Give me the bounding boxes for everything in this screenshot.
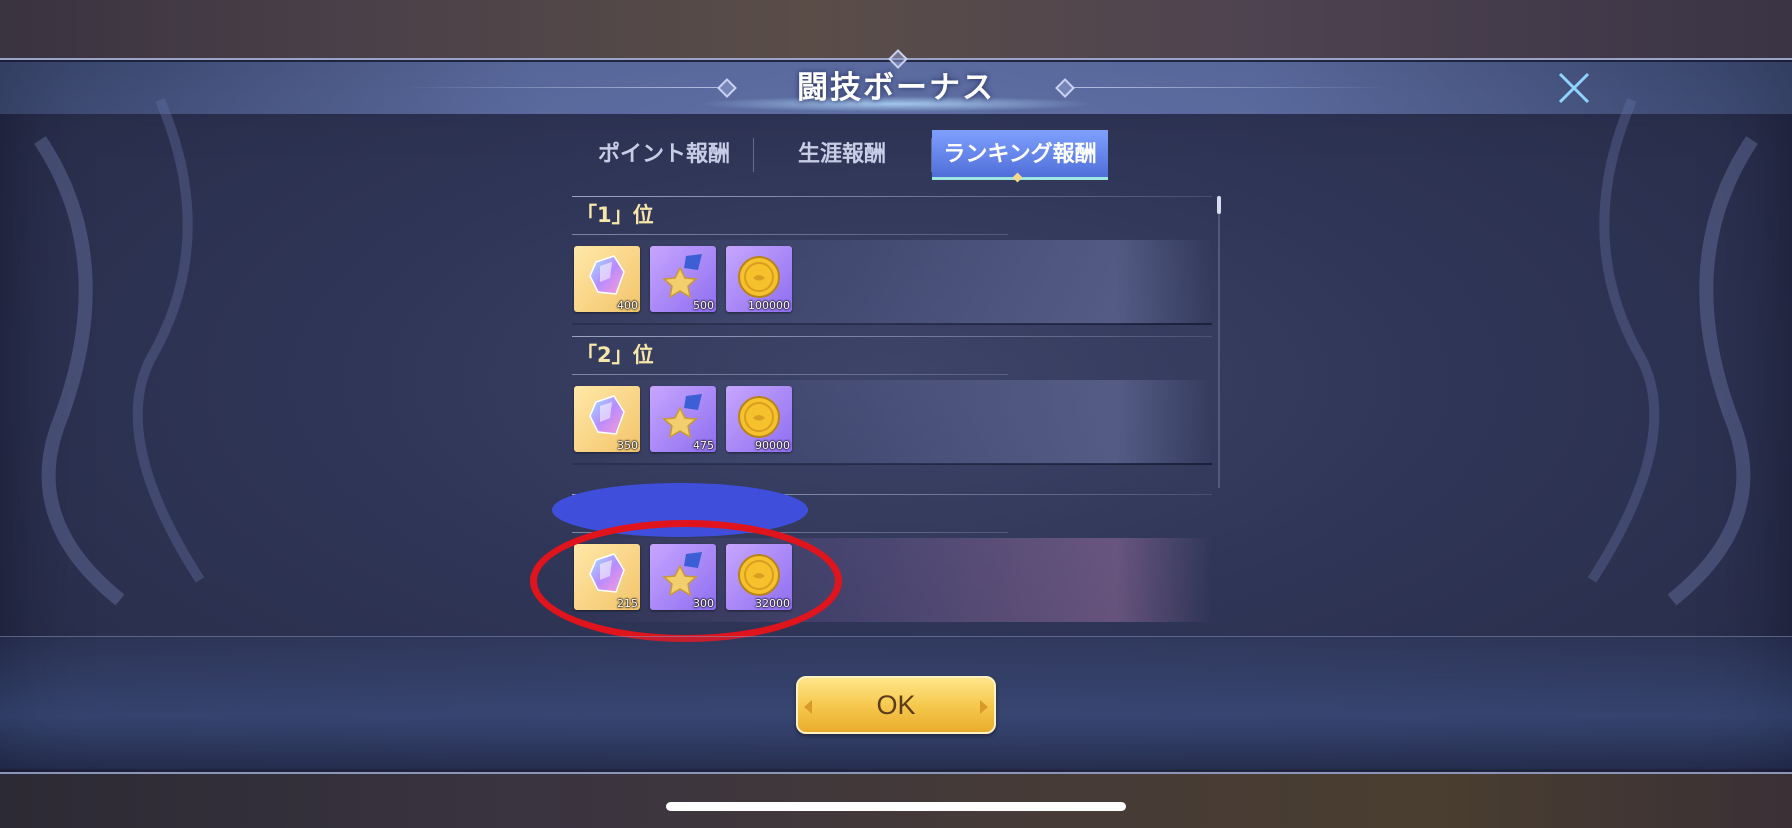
title-line-right xyxy=(1072,87,1392,88)
reward-item[interactable]: 475 xyxy=(650,386,716,452)
gold-coin-icon xyxy=(738,396,780,438)
reward-item[interactable]: 400 xyxy=(574,246,640,312)
tab-ranking-reward[interactable]: ランキング報酬 xyxy=(932,130,1108,180)
reward-quantity: 475 xyxy=(693,439,714,452)
star-medal-icon xyxy=(662,394,702,439)
tab-bar: ポイント報酬 生涯報酬 ランキング報酬 xyxy=(576,130,1108,180)
reward-quantity: 100000 xyxy=(748,299,790,312)
reward-quantity: 500 xyxy=(693,299,714,312)
reward-quantity: 350 xyxy=(617,439,638,452)
background-bottom xyxy=(0,768,1792,828)
rank-label: 「2」位 xyxy=(576,343,654,367)
gold-coin-icon xyxy=(738,256,780,298)
rank-row: 「2」位 350 475 90000 xyxy=(572,336,1212,465)
rank-row: 「1」位 400 500 100000 xyxy=(572,196,1212,325)
ok-button[interactable]: OK xyxy=(796,676,996,734)
tab-lifetime-reward[interactable]: 生涯報酬 xyxy=(754,130,930,180)
star-medal-icon xyxy=(662,254,702,299)
left-decoration xyxy=(34,98,205,606)
crystal-icon xyxy=(589,255,625,295)
reward-quantity: 400 xyxy=(617,299,638,312)
annotation-circle xyxy=(530,520,842,642)
close-button[interactable] xyxy=(1556,70,1592,106)
reward-item[interactable]: 100000 xyxy=(726,246,792,312)
close-icon xyxy=(1558,72,1590,104)
page-title: 闘技ボーナス xyxy=(797,70,995,106)
home-indicator[interactable] xyxy=(666,802,1126,811)
right-decoration xyxy=(1587,98,1758,606)
title-line-left xyxy=(400,87,720,88)
scrollbar-thumb[interactable] xyxy=(1217,196,1221,214)
scrollbar-track[interactable] xyxy=(1218,196,1220,488)
tab-point-reward[interactable]: ポイント報酬 xyxy=(576,130,752,180)
rank-label: 「1」位 xyxy=(576,203,654,227)
reward-item[interactable]: 90000 xyxy=(726,386,792,452)
crystal-icon xyxy=(589,395,625,435)
reward-item[interactable]: 500 xyxy=(650,246,716,312)
ok-button-label: OK xyxy=(876,690,916,720)
reward-quantity: 90000 xyxy=(755,439,790,452)
reward-item[interactable]: 350 xyxy=(574,386,640,452)
